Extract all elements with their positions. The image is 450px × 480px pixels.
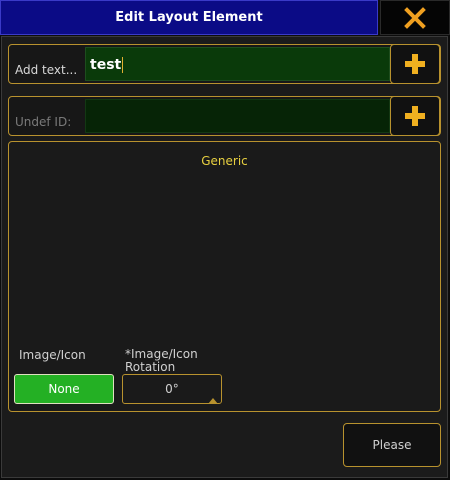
text-input[interactable]: test — [85, 47, 390, 81]
image-icon-none-button[interactable]: None — [14, 374, 114, 404]
generic-section: Generic Image/Icon *Image/Icon Rotation … — [8, 141, 441, 412]
plus-icon — [405, 106, 425, 126]
rotation-label: *Image/Icon Rotation — [125, 347, 198, 374]
rotation-value: 0° — [165, 382, 179, 396]
close-icon — [404, 6, 426, 29]
id-input[interactable] — [85, 99, 390, 133]
generic-title: Generic — [201, 154, 248, 168]
text-input-value: test — [90, 57, 124, 73]
image-icon-label: Image/Icon — [19, 348, 86, 362]
rotation-button[interactable]: 0° — [122, 374, 222, 404]
please-label: Please — [372, 438, 412, 452]
dropdown-corner-icon — [208, 398, 218, 404]
dialog-title-text: Edit Layout Element — [115, 10, 263, 25]
id-field-row: Undef ID: — [8, 96, 441, 136]
text-field-label: Add text... — [15, 63, 78, 77]
image-icon-value: None — [48, 382, 80, 396]
text-field-row: Add text... test — [8, 44, 441, 84]
please-button[interactable]: Please — [343, 423, 441, 467]
add-text-button[interactable] — [390, 44, 440, 84]
dialog-title: Edit Layout Element — [0, 0, 378, 35]
id-field-label: Undef ID: — [15, 115, 72, 129]
add-id-button[interactable] — [390, 96, 440, 136]
plus-icon — [405, 54, 425, 74]
close-button[interactable] — [380, 0, 450, 35]
